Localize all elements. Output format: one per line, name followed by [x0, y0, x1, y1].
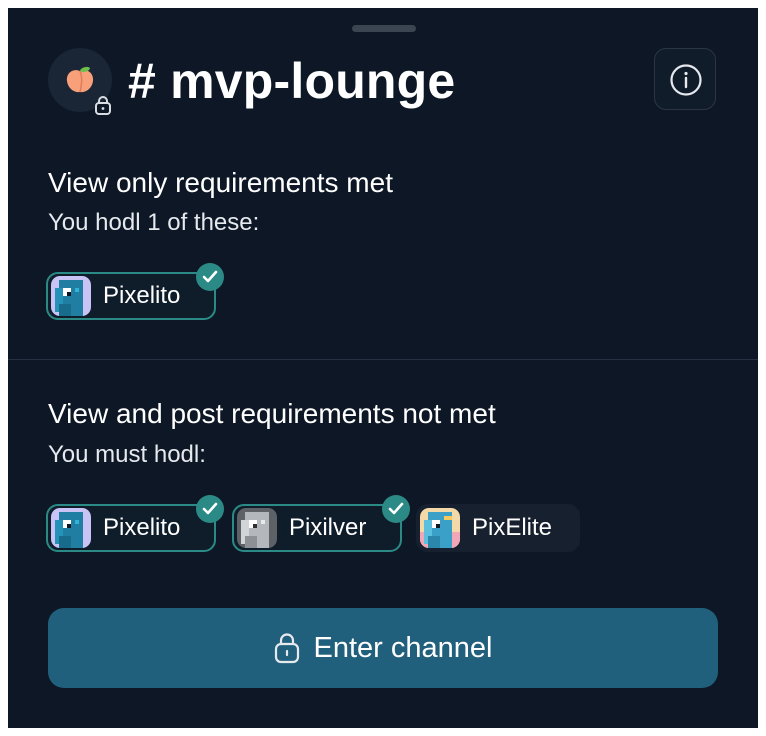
- enter-channel-label: Enter channel: [313, 632, 493, 664]
- info-button[interactable]: [654, 48, 716, 110]
- view-only-heading: View only requirements met: [48, 167, 393, 198]
- lock-icon: [95, 96, 111, 115]
- info-icon: [670, 64, 702, 96]
- token-label: Pixelito: [103, 282, 181, 309]
- pixelite-nft-icon: [420, 508, 460, 548]
- enter-channel-button[interactable]: Enter channel: [48, 608, 718, 688]
- token-chip-pixelito[interactable]: Pixelito: [46, 272, 216, 320]
- check-icon: [196, 495, 224, 523]
- check-icon: [382, 495, 410, 523]
- lock-icon: [274, 633, 299, 664]
- token-label: Pixilver: [289, 514, 367, 541]
- check-icon: [196, 263, 224, 291]
- pixelito-nft-icon: [51, 508, 91, 548]
- peach-icon: [66, 66, 94, 93]
- token-label: Pixelito: [103, 514, 181, 541]
- section-divider: [8, 359, 758, 360]
- pixilver-nft-icon: [237, 508, 277, 548]
- pixelito-nft-icon: [51, 276, 91, 316]
- view-post-heading: View and post requirements not met: [48, 398, 496, 429]
- drag-handle[interactable]: [352, 25, 416, 32]
- view-post-subtext: You must hodl:: [48, 441, 206, 468]
- channel-gate-panel: # mvp-lounge View only requirements met …: [8, 8, 758, 728]
- token-chip-pixilver[interactable]: Pixilver: [232, 504, 402, 552]
- channel-title: # mvp-lounge: [128, 53, 456, 109]
- token-chip-pixelito[interactable]: Pixelito: [46, 504, 216, 552]
- view-only-subtext: You hodl 1 of these:: [48, 209, 260, 236]
- token-label: PixElite: [472, 514, 553, 541]
- token-chip-pixelite[interactable]: PixElite: [416, 504, 580, 552]
